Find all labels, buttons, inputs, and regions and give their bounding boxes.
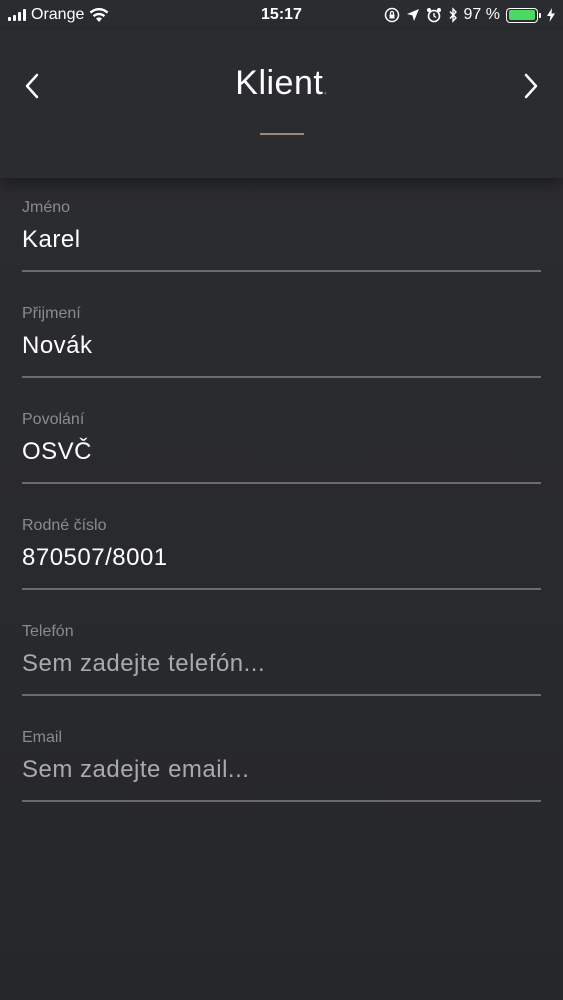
last-name-label: Přijmení: [22, 305, 81, 322]
first-name-input[interactable]: [22, 224, 541, 256]
client-form: Jméno Přijmení Povolání Rodné číslo Tele…: [22, 178, 541, 814]
charging-icon: [547, 8, 555, 22]
occupation-input[interactable]: [22, 436, 541, 468]
first-name-label: Jméno: [22, 199, 71, 216]
battery-percent: 97 %: [463, 6, 500, 23]
field-first-name: Jméno: [22, 178, 541, 284]
forward-button[interactable]: [511, 66, 551, 106]
battery-fill: [508, 10, 535, 20]
phone-input[interactable]: Sem zadejte telefón...: [22, 648, 541, 680]
title-dot: .: [323, 81, 328, 97]
page-title: Klient.: [0, 60, 563, 112]
battery-icon: [506, 7, 541, 23]
alarm-icon: [426, 8, 441, 23]
status-bar: Orange 15:17 97 %: [0, 0, 563, 30]
phone-label: Telefón: [22, 623, 74, 640]
field-email: Email Sem zadejte email...: [22, 708, 541, 814]
field-last-name: Přijmení: [22, 284, 541, 390]
last-name-input[interactable]: [22, 330, 541, 362]
email-input[interactable]: Sem zadejte email...: [22, 754, 541, 786]
field-birth-number: Rodné číslo: [22, 496, 541, 602]
occupation-label: Povolání: [22, 411, 85, 428]
email-label: Email: [22, 729, 63, 746]
last-name-underline: [22, 376, 541, 378]
screen: Orange 15:17 97 % Klient. Jméno Karel Př…: [0, 0, 563, 1000]
page-title-text: Klient: [235, 64, 324, 102]
title-underline: [260, 133, 304, 135]
first-name-underline: [22, 270, 541, 272]
birth-number-underline: [22, 588, 541, 590]
header: Klient.: [0, 30, 563, 178]
field-phone: Telefón Sem zadejte telefón...: [22, 602, 541, 708]
bluetooth-icon: [449, 7, 457, 23]
screen-lock-icon: [384, 7, 399, 23]
location-icon: [406, 9, 419, 21]
email-underline: [22, 800, 541, 802]
birth-number-label: Rodné číslo: [22, 517, 107, 534]
chevron-right-icon: [524, 73, 538, 99]
field-occupation: Povolání: [22, 390, 541, 496]
birth-number-input[interactable]: [22, 542, 541, 574]
occupation-underline: [22, 482, 541, 484]
phone-underline: [22, 694, 541, 696]
status-right: 97 %: [384, 5, 555, 25]
